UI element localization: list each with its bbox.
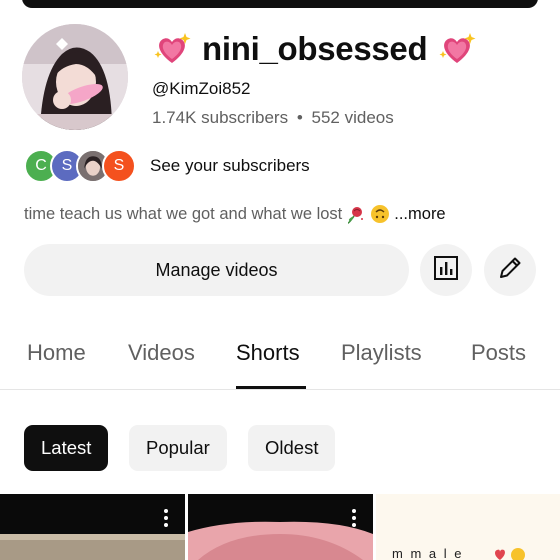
channel-tabs: Home Videos Shorts Playlists Posts (0, 322, 560, 390)
tab-home[interactable]: Home (27, 340, 86, 366)
video-count: 552 videos (311, 108, 394, 127)
subscribers-preview[interactable]: C S S See your subscribers (24, 148, 310, 184)
subscriber-avatar: S (102, 149, 136, 183)
description-text: time teach us what we got and what we lo… (24, 204, 343, 223)
sparkling-heart-icon (152, 29, 192, 69)
sparkling-heart-icon (437, 29, 477, 69)
tab-posts[interactable]: Posts (471, 340, 526, 366)
analytics-icon (432, 254, 460, 287)
short-overlay-text: m m a l e (392, 546, 464, 560)
chip-popular[interactable]: Popular (129, 425, 227, 471)
channel-handle: @KimZoi852 (152, 79, 251, 98)
analytics-button[interactable] (420, 244, 472, 296)
short-thumbnail[interactable] (0, 494, 185, 560)
upside-down-face-icon (370, 204, 390, 224)
channel-stats: 1.74K subscribers • 552 videos (152, 108, 394, 128)
short-thumbnail[interactable]: m m a l e (376, 494, 560, 560)
tab-playlists[interactable]: Playlists (341, 340, 422, 366)
chip-latest[interactable]: Latest (24, 425, 109, 471)
short-thumbnail[interactable] (188, 494, 373, 560)
more-vertical-icon[interactable] (348, 508, 360, 533)
description-more-link[interactable]: ...more (394, 205, 445, 224)
channel-description[interactable]: time teach us what we got and what we lo… (24, 204, 446, 224)
manage-videos-button[interactable]: Manage videos (24, 244, 409, 296)
rose-icon (346, 204, 366, 224)
see-subscribers-link[interactable]: See your subscribers (150, 156, 310, 176)
channel-avatar[interactable] (22, 24, 128, 130)
shorts-grid: m m a l e (0, 494, 560, 560)
channel-name: nini_obsessed (152, 26, 477, 72)
tab-shorts[interactable]: Shorts (236, 340, 300, 366)
chip-oldest[interactable]: Oldest (248, 425, 336, 471)
tab-videos[interactable]: Videos (128, 340, 195, 366)
more-vertical-icon[interactable] (160, 508, 172, 533)
edit-channel-button[interactable] (484, 244, 536, 296)
top-search-bar[interactable] (22, 0, 538, 8)
stats-separator: • (296, 108, 303, 127)
channel-name-text: nini_obsessed (202, 30, 428, 67)
active-tab-indicator (236, 386, 306, 389)
pencil-icon (496, 254, 524, 287)
subscriber-count: 1.74K subscribers (152, 108, 289, 127)
